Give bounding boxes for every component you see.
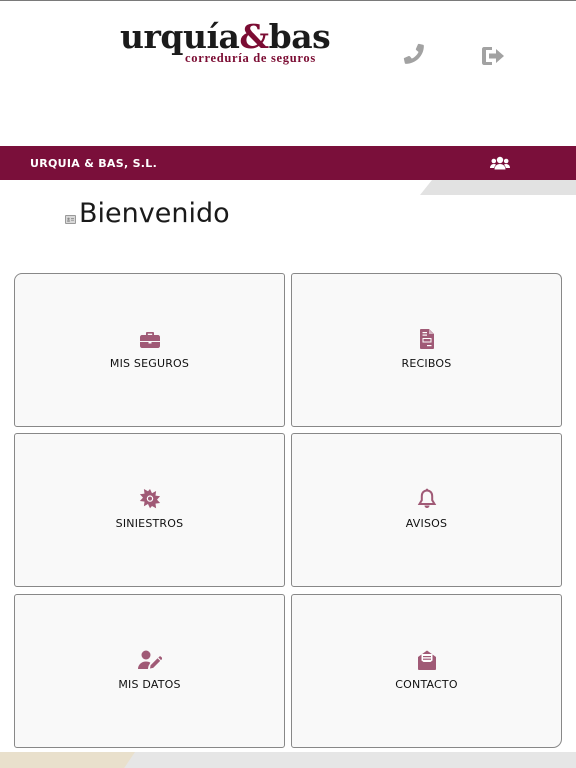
tile-label: AVISOS: [405, 517, 448, 530]
users-icon: [490, 156, 510, 170]
company-name: URQUIA & BAS, S.L.: [30, 157, 158, 170]
logout-button[interactable]: [480, 42, 508, 70]
tile-label: RECIBOS: [401, 357, 452, 370]
welcome-title: Bienvenido: [79, 198, 230, 229]
tile-avisos[interactable]: AVISOS: [291, 433, 562, 587]
burst-icon: [139, 489, 160, 509]
user-edit-icon: [137, 650, 162, 669]
tile-recibos[interactable]: RECIBOS: [291, 273, 562, 427]
id-card-icon: [65, 215, 76, 224]
tile-label: SINIESTROS: [115, 517, 184, 530]
phone-icon: [403, 43, 424, 64]
decorative-stripe: [420, 180, 576, 195]
tile-label: CONTACTO: [395, 678, 458, 691]
tile-label: MIS DATOS: [118, 678, 181, 691]
sign-out-icon: [482, 47, 504, 65]
company-bar: URQUIA & BAS, S.L.: [0, 146, 576, 180]
tile-label: MIS SEGUROS: [109, 357, 190, 370]
tile-mis-datos[interactable]: MIS DATOS: [14, 594, 285, 748]
footer-accent: [0, 752, 135, 768]
bell-icon: [417, 488, 436, 508]
briefcase-icon: [139, 332, 160, 348]
top-divider: [0, 0, 576, 1]
invoice-icon: [419, 329, 434, 349]
tile-contacto[interactable]: CONTACTO: [291, 594, 562, 748]
phone-button[interactable]: [400, 40, 428, 68]
brand-logo: urquía&bas correduría de seguros: [120, 18, 335, 70]
envelope-open-icon: [417, 650, 436, 670]
tile-mis-seguros[interactable]: MIS SEGUROS: [14, 273, 285, 427]
tile-siniestros[interactable]: SINIESTROS: [14, 433, 285, 587]
logo-tagline: correduría de seguros: [185, 51, 316, 65]
switch-company-button[interactable]: [488, 152, 512, 174]
